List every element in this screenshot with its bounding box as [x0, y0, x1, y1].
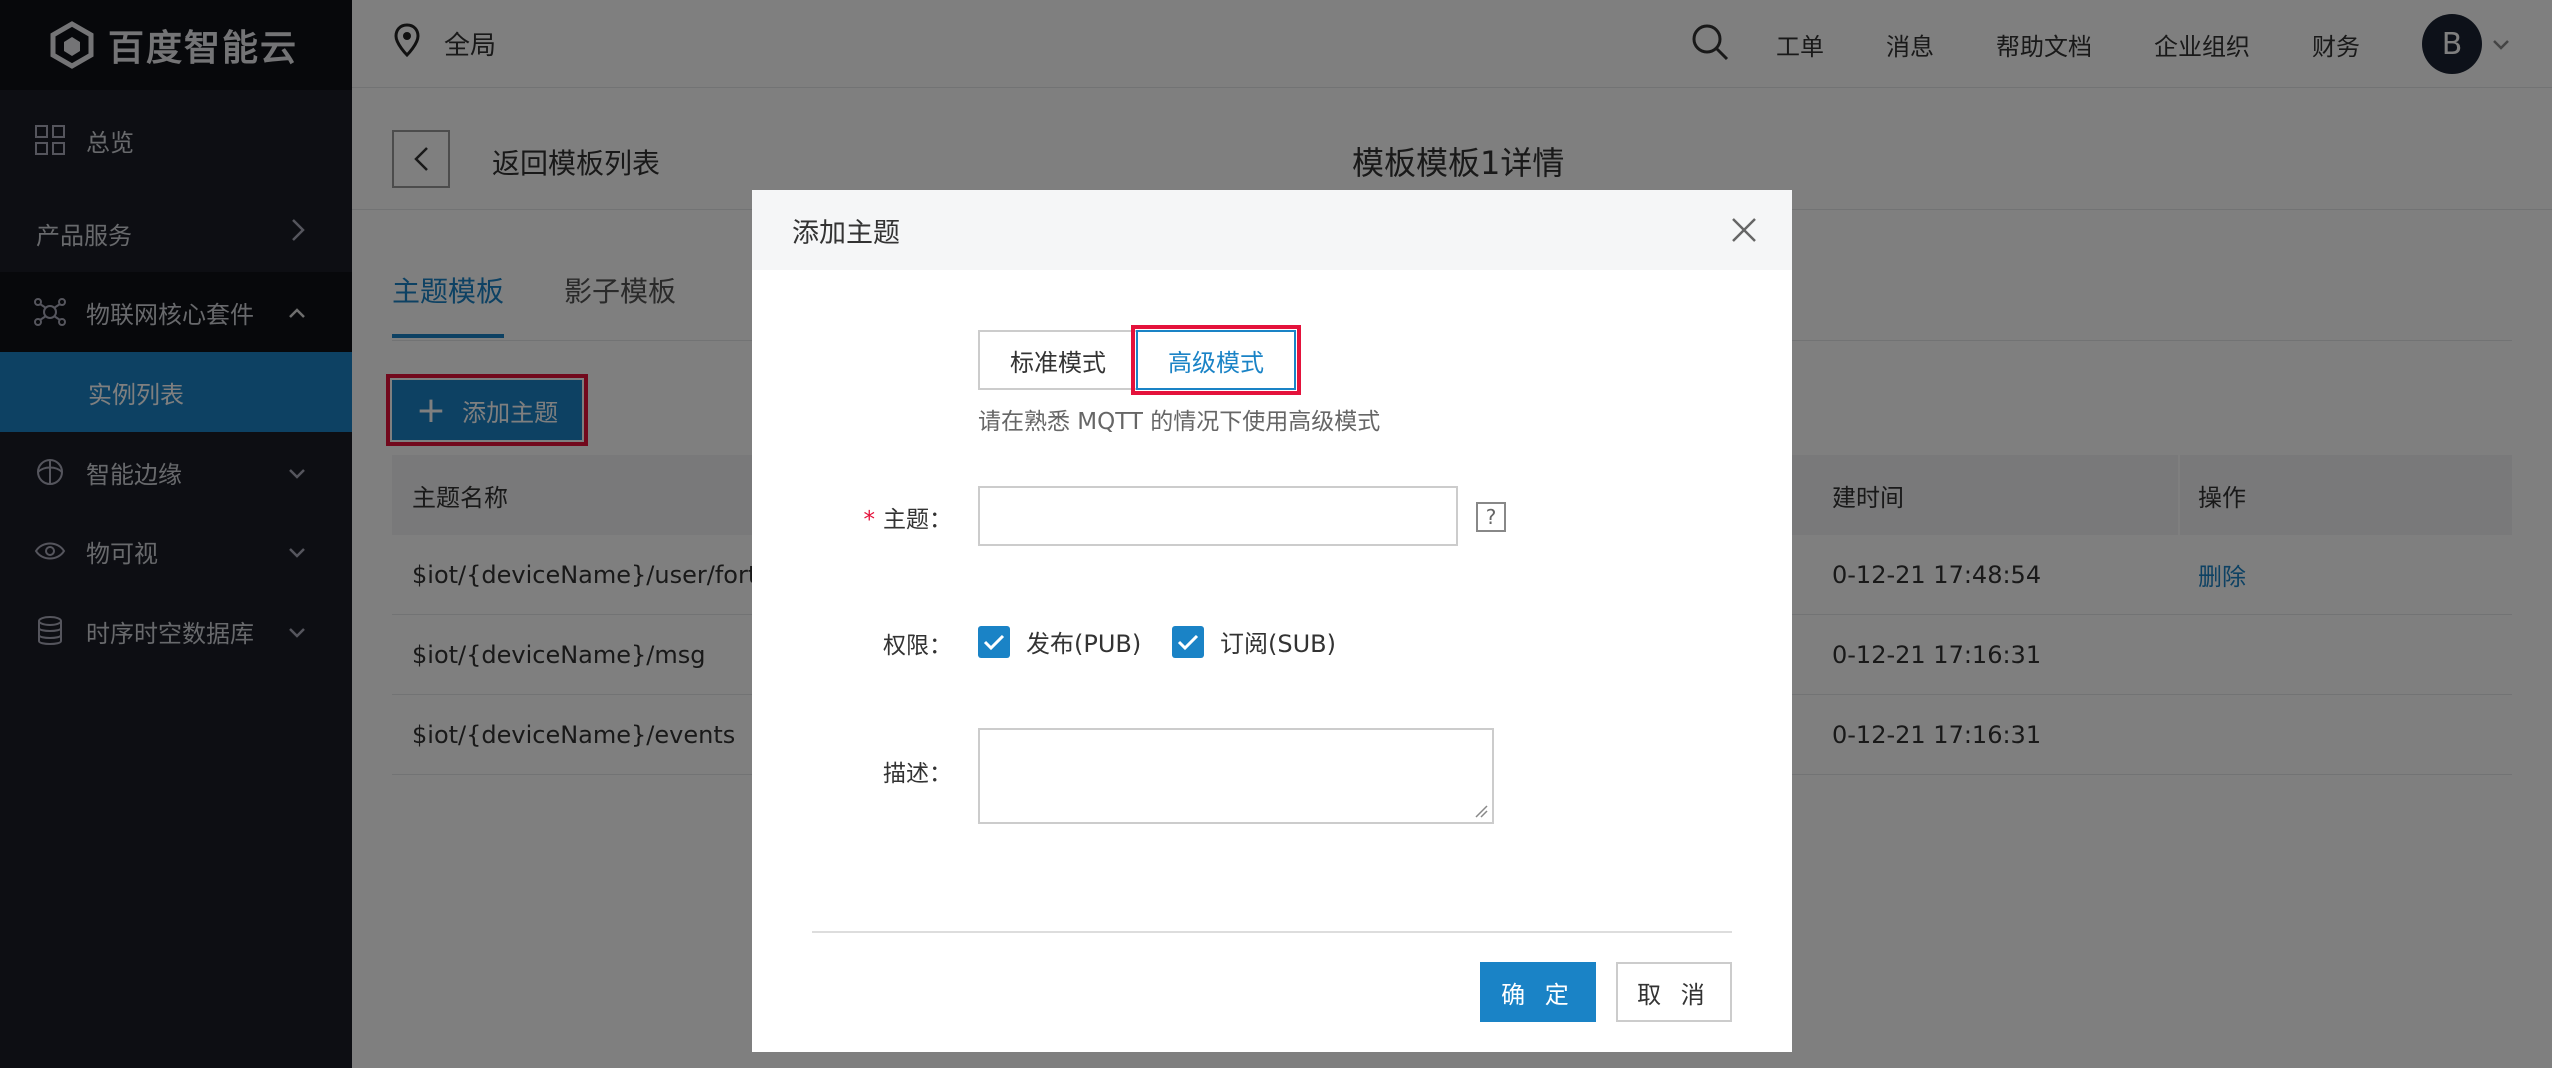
standard-mode-button[interactable]: 标准模式: [978, 330, 1138, 390]
dialog-title: 添加主题: [792, 217, 900, 249]
add-topic-dialog: 添加主题 标准模式 高级模式 请在熟悉 MQTT 的情况下使用高级模式 * 主题：…: [752, 190, 1792, 1052]
checkmark-icon: [1172, 625, 1204, 658]
pub-checkbox[interactable]: 发布(PUB): [978, 624, 1141, 659]
pub-label: 发布(PUB): [1026, 630, 1142, 658]
resize-handle-icon[interactable]: [1474, 804, 1488, 818]
cancel-button[interactable]: 取 消: [1616, 962, 1732, 1022]
confirm-button[interactable]: 确 定: [1480, 962, 1596, 1022]
sub-label: 订阅(SUB): [1220, 630, 1336, 658]
topic-label-text: 主题：: [883, 507, 952, 533]
mode-switch: 标准模式 高级模式: [978, 325, 1301, 395]
dialog-divider: [812, 931, 1732, 933]
topic-input[interactable]: [978, 486, 1458, 546]
help-icon[interactable]: ?: [1476, 502, 1506, 532]
required-mark: *: [863, 507, 876, 533]
dialog-header: 添加主题: [752, 190, 1792, 270]
checkmark-icon: [978, 625, 1010, 658]
description-textarea[interactable]: [978, 728, 1494, 824]
desc-label: 描述：: [883, 761, 952, 787]
mode-hint: 请在熟悉 MQTT 的情况下使用高级模式: [978, 409, 1381, 435]
close-icon[interactable]: [1722, 208, 1766, 252]
advanced-mode-button[interactable]: 高级模式: [1131, 325, 1301, 395]
sub-checkbox[interactable]: 订阅(SUB): [1172, 624, 1336, 659]
perm-label: 权限：: [883, 633, 952, 659]
topic-label: * 主题：: [852, 500, 953, 534]
